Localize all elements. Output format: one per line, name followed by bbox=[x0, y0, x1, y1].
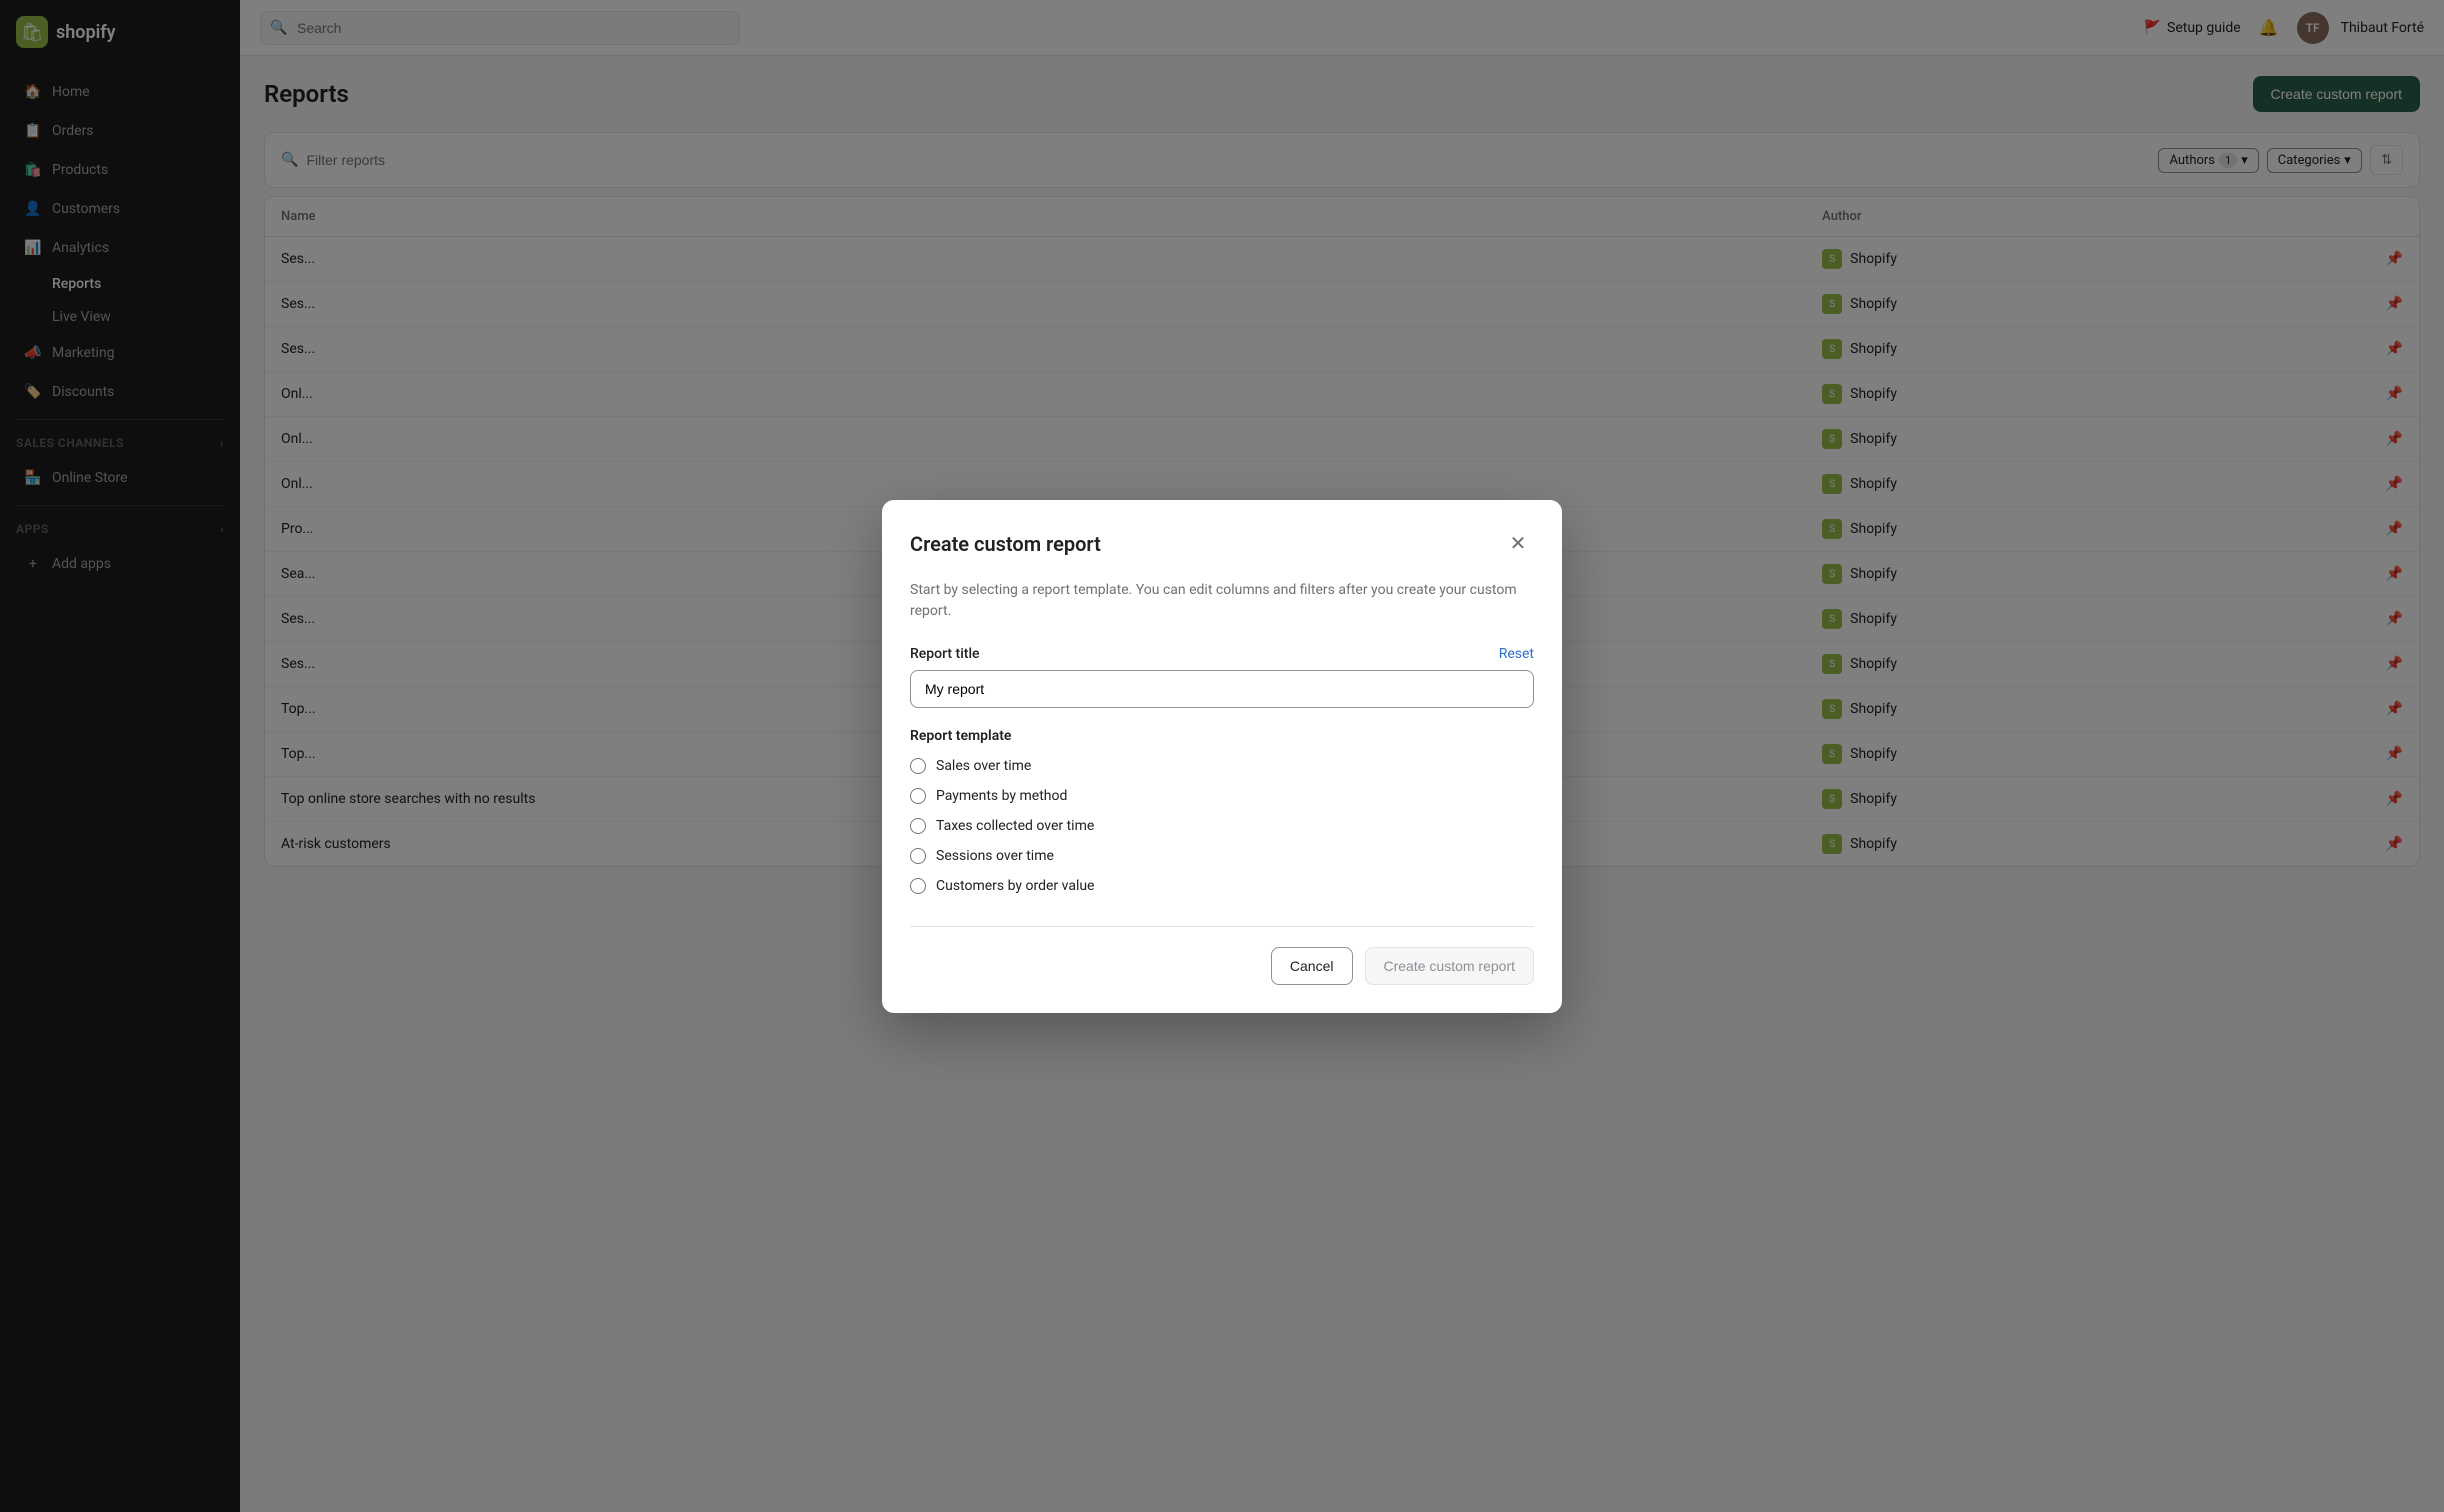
radio-label-taxes-collected-over-time: Taxes collected over time bbox=[936, 818, 1094, 834]
template-option-sessions-over-time[interactable]: Sessions over time bbox=[910, 848, 1534, 864]
cancel-btn[interactable]: Cancel bbox=[1271, 947, 1353, 985]
modal-footer: Cancel Create custom report bbox=[910, 926, 1534, 985]
template-section-title: Report template bbox=[910, 728, 1534, 744]
report-title-label: Report title bbox=[910, 646, 980, 662]
template-option-payments-by-method[interactable]: Payments by method bbox=[910, 788, 1534, 804]
radio-input-customers-by-order-value[interactable] bbox=[910, 878, 926, 894]
radio-input-payments-by-method[interactable] bbox=[910, 788, 926, 804]
create-report-modal: Create custom report ✕ Start by selectin… bbox=[882, 500, 1562, 1013]
radio-label-sessions-over-time: Sessions over time bbox=[936, 848, 1054, 864]
template-option-customers-by-order-value[interactable]: Customers by order value bbox=[910, 878, 1534, 894]
modal-overlay: Create custom report ✕ Start by selectin… bbox=[0, 0, 2444, 1512]
reset-link[interactable]: Reset bbox=[1499, 646, 1534, 662]
radio-input-sessions-over-time[interactable] bbox=[910, 848, 926, 864]
modal-close-btn[interactable]: ✕ bbox=[1502, 528, 1534, 560]
create-btn[interactable]: Create custom report bbox=[1365, 947, 1535, 985]
modal-title: Create custom report bbox=[910, 532, 1101, 556]
modal-header: Create custom report ✕ bbox=[910, 528, 1534, 560]
report-title-input[interactable] bbox=[910, 670, 1534, 708]
modal-description: Start by selecting a report template. Yo… bbox=[910, 580, 1534, 622]
report-title-label-row: Report title Reset bbox=[910, 646, 1534, 662]
radio-input-sales-over-time[interactable] bbox=[910, 758, 926, 774]
report-title-group: Report title Reset bbox=[910, 646, 1534, 708]
radio-label-customers-by-order-value: Customers by order value bbox=[936, 878, 1094, 894]
radio-label-sales-over-time: Sales over time bbox=[936, 758, 1031, 774]
template-option-sales-over-time[interactable]: Sales over time bbox=[910, 758, 1534, 774]
template-radio-list: Sales over time Payments by method Taxes… bbox=[910, 758, 1534, 894]
close-icon: ✕ bbox=[1510, 531, 1527, 556]
radio-input-taxes-collected-over-time[interactable] bbox=[910, 818, 926, 834]
template-group: Report template Sales over time Payments… bbox=[910, 728, 1534, 894]
radio-label-payments-by-method: Payments by method bbox=[936, 788, 1067, 804]
template-option-taxes-collected-over-time[interactable]: Taxes collected over time bbox=[910, 818, 1534, 834]
